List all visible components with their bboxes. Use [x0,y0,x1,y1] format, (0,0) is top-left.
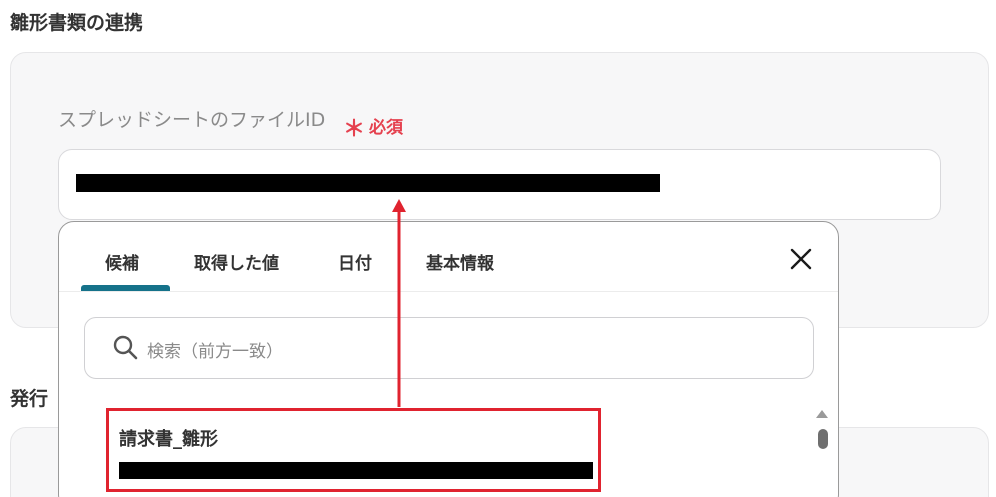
redacted-id [119,462,593,479]
field-label: スプレッドシートのファイルID [58,109,326,131]
section-title: 雛形書類の連携 [10,12,144,34]
tab-retrieved-values[interactable]: 取得した値 [194,249,279,274]
scroll-up-icon[interactable] [816,410,828,418]
tab-date[interactable]: 日付 [338,249,372,274]
search-placeholder: 検索（前方一致） [147,342,283,362]
close-icon[interactable] [786,244,816,274]
active-tab-indicator [81,285,170,291]
list-item-title: 請求書_雛形 [119,429,218,450]
required-badge: ＊必須 [343,108,404,142]
tab-basic-info[interactable]: 基本情報 [426,249,494,274]
value-picker-popup: 候補 取得した値 日付 基本情報 検索（前方一致） 請求書_雛形 [58,221,839,497]
redacted-value [76,174,660,192]
scrollbar-thumb[interactable] [818,429,828,449]
required-asterisk-icon: ＊ [343,117,366,142]
search-icon [112,334,138,360]
required-text: 必須 [369,118,404,138]
list-item[interactable]: 請求書_雛形 [106,408,601,492]
tab-bar: 候補 取得した値 日付 基本情報 [59,222,838,292]
section-title-2: 発行 [10,388,49,410]
search-input[interactable]: 検索（前方一致） [84,317,814,379]
tab-candidates[interactable]: 候補 [105,249,139,274]
